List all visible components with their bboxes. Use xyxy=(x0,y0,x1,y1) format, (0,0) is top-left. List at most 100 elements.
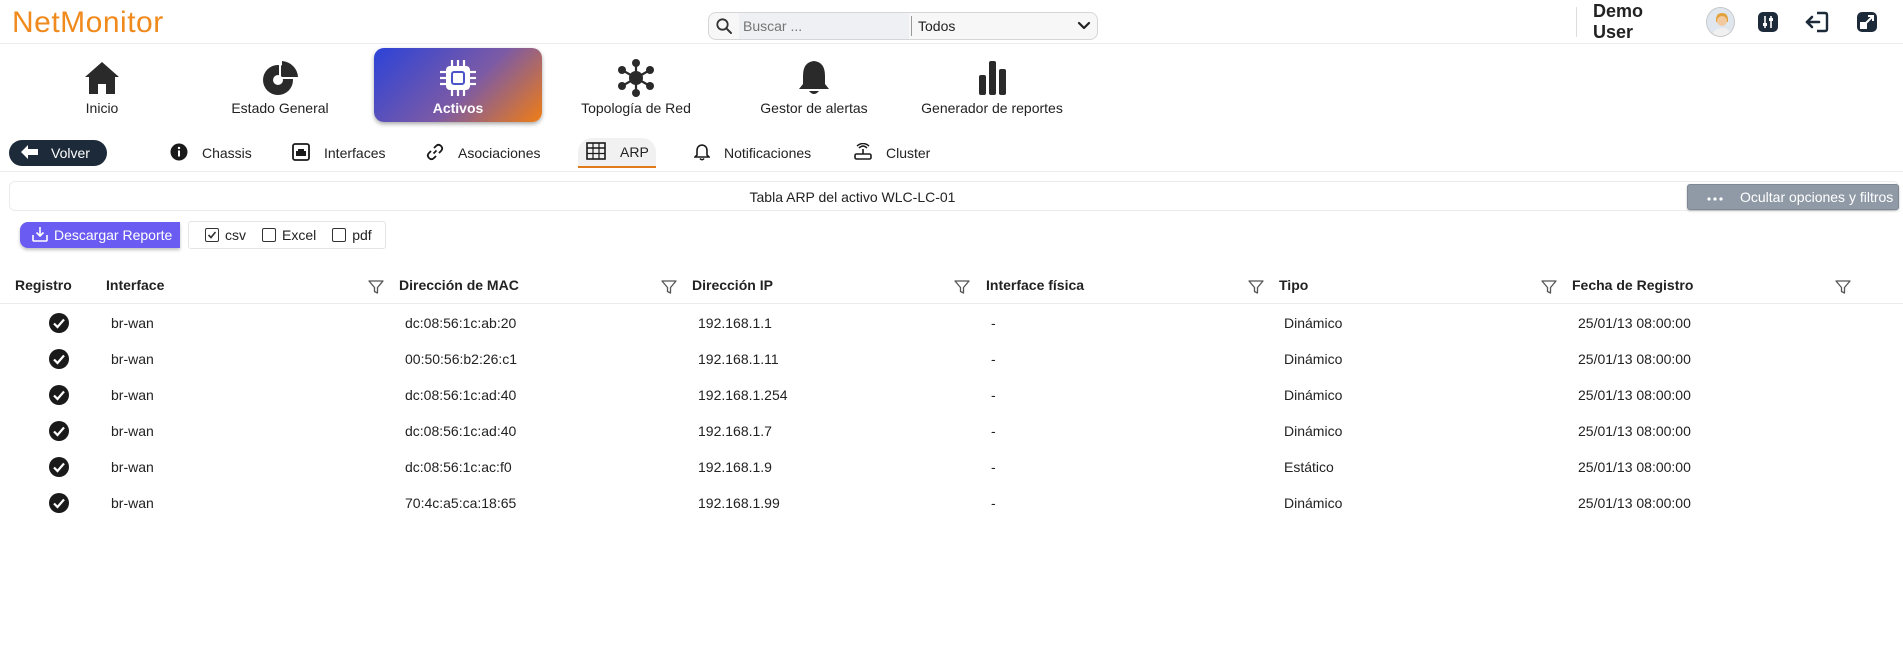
filter-icon[interactable] xyxy=(367,278,385,296)
cell-interface: br-wan xyxy=(111,387,154,403)
format-csv[interactable]: csv xyxy=(205,227,246,243)
column-header-tipo[interactable]: Tipo xyxy=(1279,270,1308,304)
cell-fecha: 25/01/13 08:00:00 xyxy=(1578,459,1691,475)
arp-panel-header: Tabla ARP del activo WLC-LC-01 xyxy=(9,181,1899,211)
tab-label: Chassis xyxy=(202,145,252,161)
module-label: Inicio xyxy=(85,100,119,116)
app-logo[interactable]: NetMonitor xyxy=(12,8,164,38)
router-icon xyxy=(854,142,872,164)
module-generador-de-reportes[interactable]: Generador de reportes xyxy=(908,48,1076,122)
check-circle-icon xyxy=(49,385,69,405)
column-header-interface-fisica[interactable]: Interface física xyxy=(986,270,1084,304)
module-gestor-de-alertas[interactable]: Gestor de alertas xyxy=(730,48,898,122)
table-icon xyxy=(586,141,606,163)
top-bar: NetMonitor Todos Demo User xyxy=(0,0,1903,44)
column-header-registro[interactable]: Registro xyxy=(15,270,72,304)
table-row[interactable]: br-wan 70:4c:a5:ca:18:65 192.168.1.99 - … xyxy=(0,485,1903,521)
check-circle-icon xyxy=(49,493,69,513)
cell-mac: dc:08:56:1c:ad:40 xyxy=(405,387,517,403)
tab-notificaciones[interactable]: Notificaciones xyxy=(686,138,819,168)
table-row[interactable]: br-wan dc:08:56:1c:ab:20 192.168.1.1 - D… xyxy=(0,305,1903,341)
back-label: Volver xyxy=(51,145,90,161)
global-search: Todos xyxy=(708,12,1098,40)
module-activos[interactable]: Activos xyxy=(374,48,542,122)
pie-chart-icon xyxy=(258,58,302,98)
avatar[interactable] xyxy=(1706,7,1736,37)
cell-fecha: 25/01/13 08:00:00 xyxy=(1578,351,1691,367)
cell-fecha: 25/01/13 08:00:00 xyxy=(1578,423,1691,439)
back-button[interactable]: Volver xyxy=(9,140,107,166)
tab-interfaces[interactable]: Interfaces xyxy=(284,138,393,168)
module-label: Activos xyxy=(432,100,484,116)
column-header-interface[interactable]: Interface xyxy=(106,270,164,304)
column-header-fecha[interactable]: Fecha de Registro xyxy=(1572,270,1693,304)
format-label: Excel xyxy=(282,227,317,243)
module-label: Estado General xyxy=(231,100,329,116)
module-estado-general[interactable]: Estado General xyxy=(196,48,364,122)
module-inicio[interactable]: Inicio xyxy=(18,48,186,122)
home-icon xyxy=(80,58,124,98)
cell-mac: dc:08:56:1c:ab:20 xyxy=(405,315,517,331)
toggle-options-button[interactable]: Ocultar opciones y filtros xyxy=(1687,184,1899,210)
cell-tipo: Dinámico xyxy=(1284,351,1343,367)
cell-mac: dc:08:56:1c:ad:40 xyxy=(405,423,517,439)
search-icon[interactable] xyxy=(709,13,739,39)
module-label: Generador de reportes xyxy=(921,100,1063,116)
panel-title: Tabla ARP del activo WLC-LC-01 xyxy=(749,189,956,205)
cell-interface: br-wan xyxy=(111,459,154,475)
format-excel[interactable]: Excel xyxy=(262,227,316,243)
toggle-options-label: Ocultar opciones y filtros xyxy=(1740,189,1894,205)
expand-window-icon[interactable] xyxy=(1854,9,1879,35)
table-row[interactable]: br-wan 00:50:56:b2:26:c1 192.168.1.11 - … xyxy=(0,341,1903,377)
cell-ip: 192.168.1.9 xyxy=(698,459,772,475)
tab-arp[interactable]: ARP xyxy=(578,138,656,168)
filter-icon[interactable] xyxy=(953,278,971,296)
settings-sliders-icon[interactable] xyxy=(1755,9,1780,35)
tab-chassis[interactable]: Chassis xyxy=(162,138,260,168)
checkbox-checked[interactable] xyxy=(205,228,219,242)
table-row[interactable]: br-wan dc:08:56:1c:ad:40 192.168.1.254 -… xyxy=(0,377,1903,413)
user-name[interactable]: Demo User xyxy=(1593,1,1684,43)
table-row[interactable]: br-wan dc:08:56:1c:ad:40 192.168.1.7 - D… xyxy=(0,413,1903,449)
search-input[interactable] xyxy=(739,13,909,39)
checkbox-unchecked[interactable] xyxy=(332,228,347,242)
cell-interface: br-wan xyxy=(111,351,154,367)
search-scope-select[interactable]: Todos xyxy=(918,13,1097,39)
cell-interface-fisica: - xyxy=(991,495,996,511)
bell-icon xyxy=(693,143,711,164)
cell-ip: 192.168.1.11 xyxy=(698,351,779,367)
tab-asociaciones[interactable]: Asociaciones xyxy=(418,138,549,168)
column-header-mac[interactable]: Dirección de MAC xyxy=(399,270,519,304)
cell-interface-fisica: - xyxy=(991,315,996,331)
module-nav: Inicio Estado General Activos Topología … xyxy=(0,46,1903,124)
user-divider xyxy=(1576,7,1577,37)
cell-tipo: Dinámico xyxy=(1284,423,1343,439)
cell-tipo: Dinámico xyxy=(1284,495,1343,511)
user-area: Demo User xyxy=(1576,0,1903,44)
cell-mac: 00:50:56:b2:26:c1 xyxy=(405,351,518,367)
tab-label: Asociaciones xyxy=(458,145,541,161)
tab-cluster[interactable]: Cluster xyxy=(846,138,938,168)
filter-icon[interactable] xyxy=(1247,278,1265,296)
check-circle-icon xyxy=(49,313,69,333)
cell-tipo: Estático xyxy=(1284,459,1334,475)
checkbox-unchecked[interactable] xyxy=(262,228,276,242)
module-topologia-de-red[interactable]: Topología de Red xyxy=(552,48,720,122)
format-label: pdf xyxy=(352,227,372,243)
format-pdf[interactable]: pdf xyxy=(332,227,372,243)
report-format-options: csv Excel pdf xyxy=(188,221,386,249)
cell-interface-fisica: - xyxy=(991,423,996,439)
table-row[interactable]: br-wan dc:08:56:1c:ac:f0 192.168.1.9 - E… xyxy=(0,449,1903,485)
column-header-ip[interactable]: Dirección IP xyxy=(692,270,773,304)
chevron-down-icon xyxy=(1077,18,1091,34)
logout-icon[interactable] xyxy=(1804,9,1830,35)
table-header: Registro Interface Dirección de MAC Dire… xyxy=(0,270,1903,304)
tab-label: Cluster xyxy=(886,145,931,161)
asset-sub-tabs: Volver Chassis Interfaces Asociaciones A… xyxy=(0,136,1903,172)
filter-icon[interactable] xyxy=(1540,278,1558,296)
bell-icon xyxy=(792,58,836,98)
filter-icon[interactable] xyxy=(660,278,678,296)
filter-icon[interactable] xyxy=(1834,278,1852,296)
cell-mac: dc:08:56:1c:ac:f0 xyxy=(405,459,512,475)
download-report-button[interactable]: Descargar Reporte xyxy=(20,222,180,248)
